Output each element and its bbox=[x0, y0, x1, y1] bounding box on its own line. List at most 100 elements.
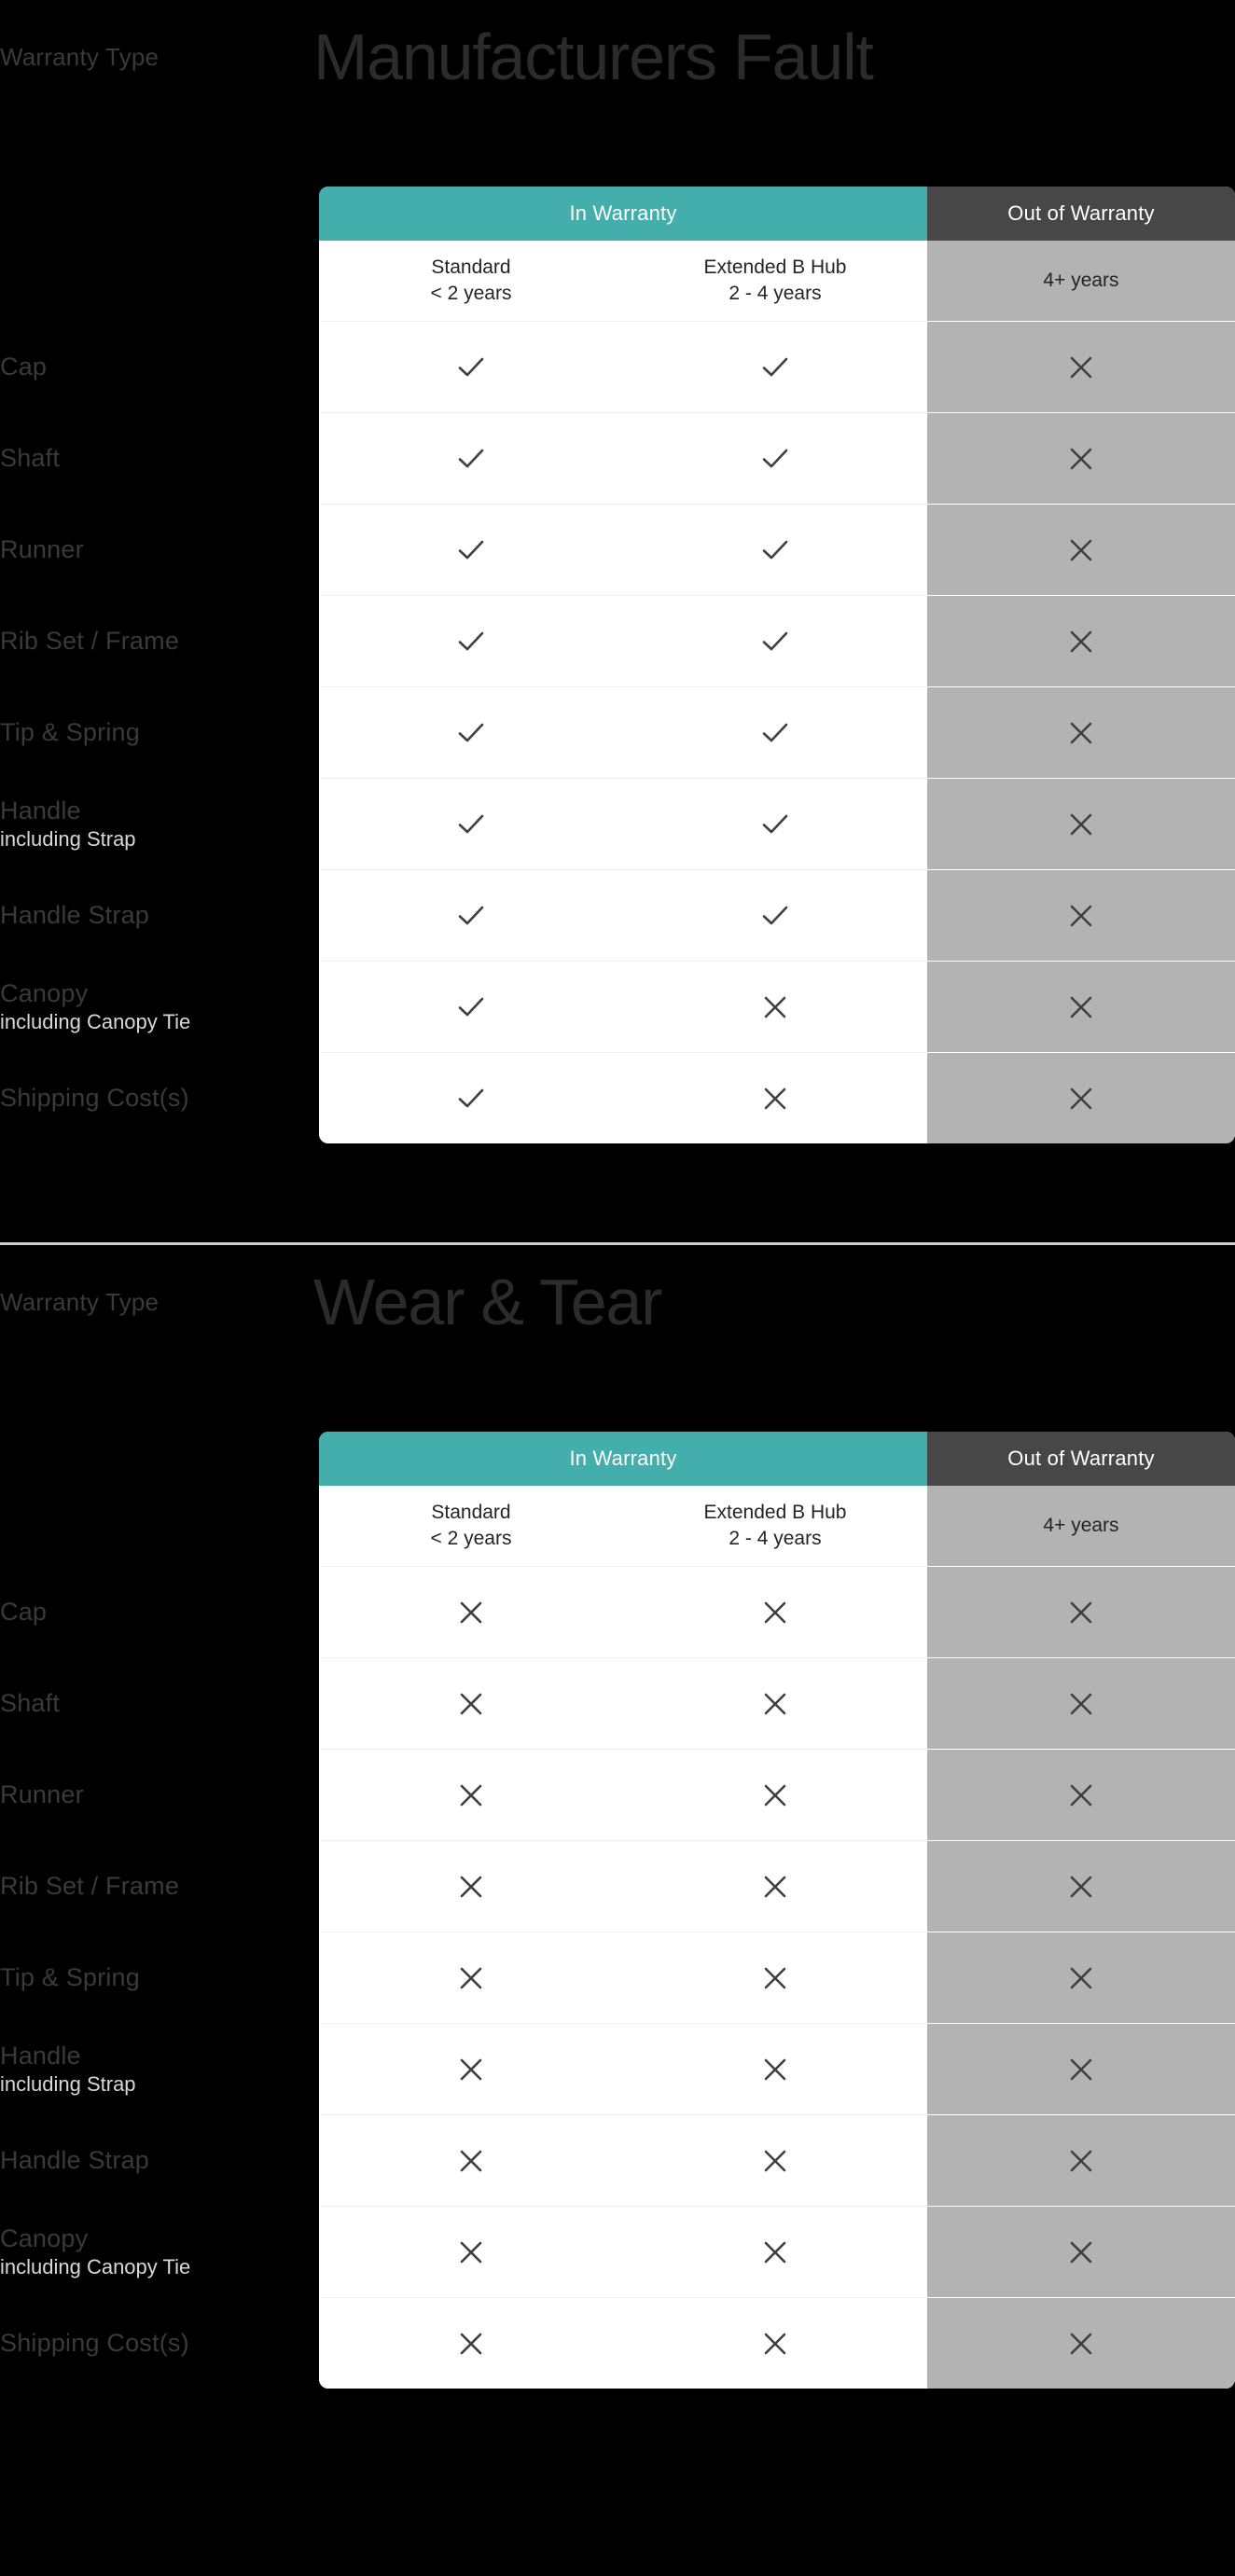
cell-extended bbox=[623, 2297, 927, 2389]
row-label: Handle including Strap bbox=[0, 778, 319, 869]
cross-icon bbox=[1067, 719, 1095, 747]
cross-icon bbox=[761, 1964, 789, 1992]
warranty-table: Cap Shaft Runner Rib Set / Frame Tip & Sprin… bbox=[0, 187, 1235, 1143]
check-icon bbox=[455, 534, 487, 566]
cell-standard bbox=[319, 321, 623, 412]
cross-icon bbox=[761, 2056, 789, 2084]
cell-out-of-warranty bbox=[927, 2206, 1235, 2297]
check-icon bbox=[759, 534, 791, 566]
row-label: Handle Strap bbox=[0, 869, 319, 961]
cell-extended bbox=[623, 1932, 927, 2023]
subheader-out-range: 4+ years bbox=[1043, 1515, 1119, 1536]
column-group-header: In Warranty Out of Warranty bbox=[319, 187, 1235, 241]
row-label-sub: including Canopy Tie bbox=[0, 1010, 191, 1033]
cell-extended bbox=[623, 595, 927, 686]
table-row bbox=[319, 504, 1235, 595]
cell-standard bbox=[319, 2206, 623, 2297]
row-label: Runner bbox=[0, 1749, 319, 1840]
cell-extended bbox=[623, 321, 927, 412]
check-icon bbox=[455, 991, 487, 1023]
subheader-standard-range: < 2 years bbox=[430, 283, 512, 304]
cell-standard bbox=[319, 595, 623, 686]
cell-out-of-warranty bbox=[927, 595, 1235, 686]
subheader-extended-name: Extended B Hub bbox=[703, 256, 847, 278]
row-label-main: Shipping Cost(s) bbox=[0, 2329, 189, 2357]
subheader-extended: Extended B Hub 2 - 4 years bbox=[623, 241, 927, 321]
cell-out-of-warranty bbox=[927, 778, 1235, 869]
cell-standard bbox=[319, 869, 623, 961]
row-label-main: Shaft bbox=[0, 1689, 61, 1717]
row-label-main: Tip & Spring bbox=[0, 1963, 140, 1991]
cross-icon bbox=[457, 1690, 485, 1718]
subheader-extended-name: Extended B Hub bbox=[703, 1502, 847, 1523]
cell-standard bbox=[319, 2297, 623, 2389]
cross-icon bbox=[761, 993, 789, 1021]
row-label: Shipping Cost(s) bbox=[0, 2297, 319, 2389]
cell-standard bbox=[319, 1932, 623, 2023]
cell-out-of-warranty bbox=[927, 869, 1235, 961]
row-label: Runner bbox=[0, 504, 319, 595]
row-label-main: Handle Strap bbox=[0, 2146, 149, 2174]
cross-icon bbox=[761, 2238, 789, 2266]
cross-icon bbox=[1067, 2056, 1095, 2084]
cell-out-of-warranty bbox=[927, 2114, 1235, 2206]
cell-extended bbox=[623, 412, 927, 504]
row-label-sub: including Strap bbox=[0, 827, 136, 851]
subheader-standard: Standard < 2 years bbox=[319, 241, 623, 321]
subheader-standard-name: Standard bbox=[431, 256, 511, 278]
row-label-main: Shaft bbox=[0, 444, 61, 472]
cross-icon bbox=[1067, 2330, 1095, 2358]
row-label: Cap bbox=[0, 321, 319, 412]
check-icon bbox=[455, 352, 487, 383]
check-icon bbox=[759, 717, 791, 749]
cross-icon bbox=[457, 1964, 485, 1992]
table-row bbox=[319, 778, 1235, 869]
row-label: Handle Strap bbox=[0, 2114, 319, 2206]
row-label: Shaft bbox=[0, 412, 319, 504]
row-label: Rib Set / Frame bbox=[0, 595, 319, 686]
cell-out-of-warranty bbox=[927, 321, 1235, 412]
cross-icon bbox=[1067, 1690, 1095, 1718]
subheader-out-range: 4+ years bbox=[1043, 270, 1119, 291]
cell-extended bbox=[623, 1566, 927, 1657]
row-label-main: Tip & Spring bbox=[0, 718, 140, 746]
cell-out-of-warranty bbox=[927, 2297, 1235, 2389]
check-icon bbox=[455, 900, 487, 932]
table-row bbox=[319, 686, 1235, 778]
subheader-standard-name: Standard bbox=[431, 1502, 511, 1523]
cross-icon bbox=[457, 1873, 485, 1901]
row-label-sub: including Canopy Tie bbox=[0, 2255, 191, 2278]
cell-standard bbox=[319, 1052, 623, 1143]
cell-standard bbox=[319, 961, 623, 1052]
cell-extended bbox=[623, 1657, 927, 1749]
page-title: Wear & Tear bbox=[313, 1266, 662, 1338]
cell-out-of-warranty bbox=[927, 1052, 1235, 1143]
cell-standard bbox=[319, 1657, 623, 1749]
row-label: Tip & Spring bbox=[0, 686, 319, 778]
cell-extended bbox=[623, 1052, 927, 1143]
table-row bbox=[319, 961, 1235, 1052]
cell-standard bbox=[319, 504, 623, 595]
check-icon bbox=[759, 626, 791, 658]
cell-extended bbox=[623, 1840, 927, 1932]
column-subheader: Standard < 2 years Extended B Hub 2 - 4 yea… bbox=[319, 1486, 1235, 1566]
cell-extended bbox=[623, 504, 927, 595]
cross-icon bbox=[761, 2147, 789, 2175]
row-label-main: Rib Set / Frame bbox=[0, 1872, 180, 1900]
cell-out-of-warranty bbox=[927, 686, 1235, 778]
cross-icon bbox=[1067, 628, 1095, 656]
group-header-out-of-warranty: Out of Warranty bbox=[927, 187, 1235, 241]
warranty-section-1: Warranty Type Manufacturers Fault Cap Shaft… bbox=[0, 0, 1235, 1242]
subheader-standard-range: < 2 years bbox=[430, 1528, 512, 1549]
row-label: Rib Set / Frame bbox=[0, 1840, 319, 1932]
cross-icon bbox=[761, 2330, 789, 2358]
cell-standard bbox=[319, 1566, 623, 1657]
table-row bbox=[319, 1840, 1235, 1932]
cross-icon bbox=[1067, 536, 1095, 564]
table-row bbox=[319, 2114, 1235, 2206]
warranty-section-2: Warranty Type Wear & Tear Cap Shaft Runner Ri… bbox=[0, 1242, 1235, 2389]
subheader-out-of-warranty: 4+ years bbox=[927, 1486, 1235, 1566]
row-label-main: Rib Set / Frame bbox=[0, 627, 180, 655]
cell-extended bbox=[623, 2114, 927, 2206]
row-label-main: Shipping Cost(s) bbox=[0, 1084, 189, 1112]
